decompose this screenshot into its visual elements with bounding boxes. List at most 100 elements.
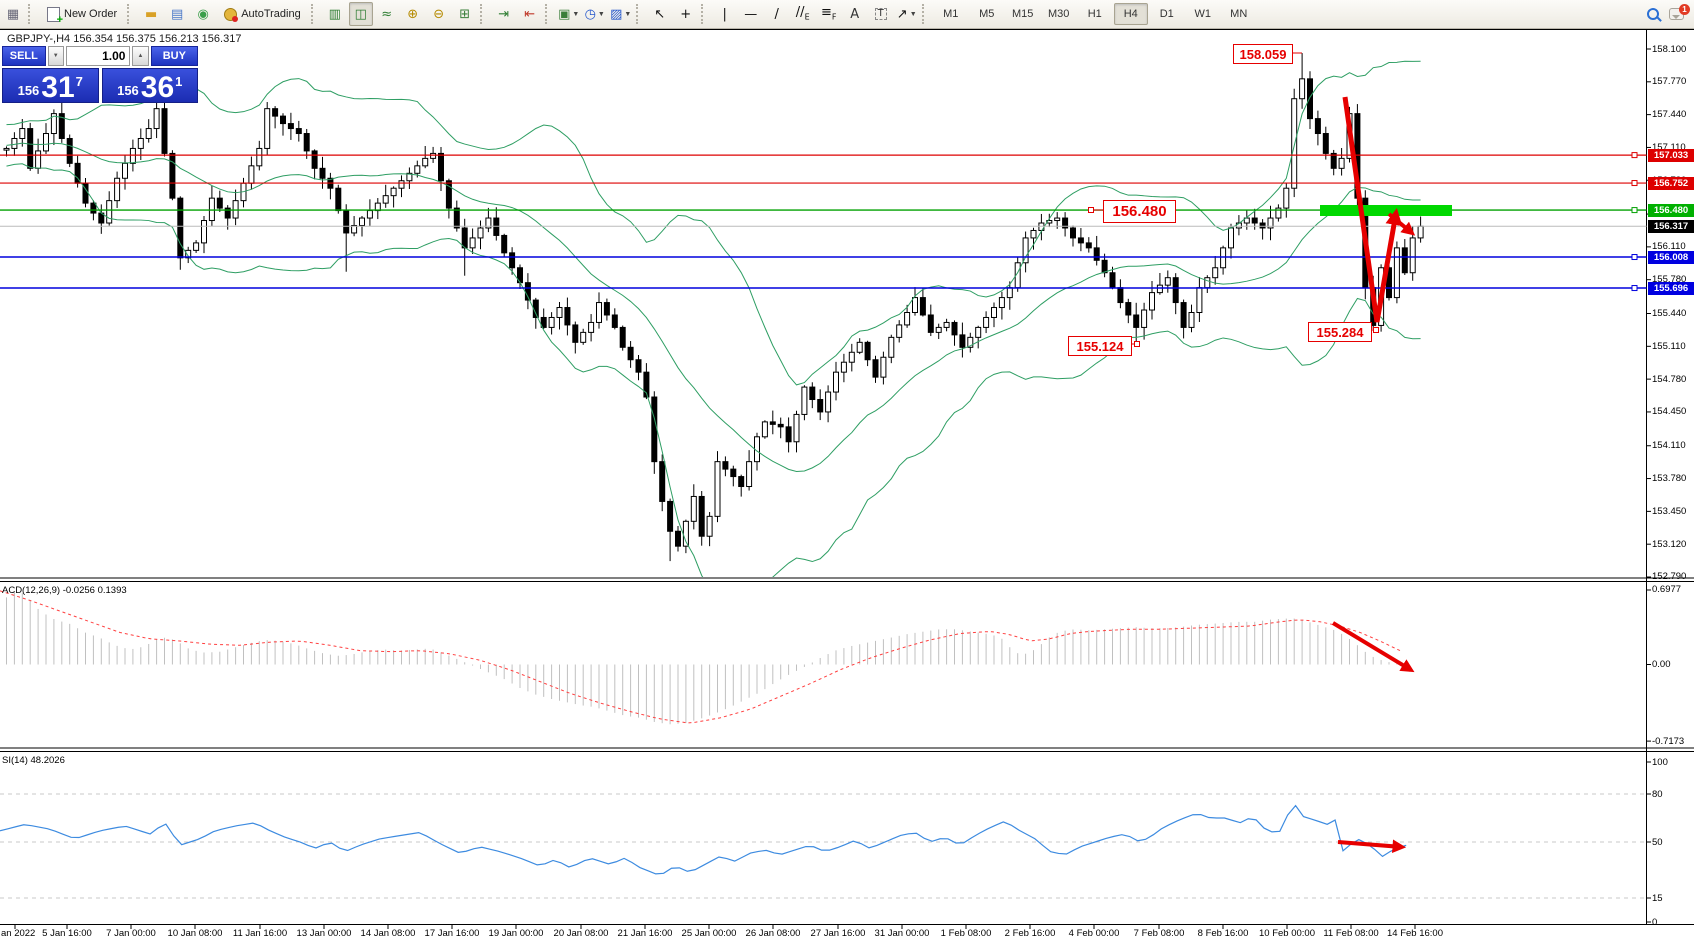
price-level-badge: 156.317 <box>1648 220 1694 233</box>
candle-body <box>194 243 199 250</box>
candle-body <box>802 387 807 414</box>
candle-body <box>1023 238 1028 263</box>
candle-body <box>304 134 309 151</box>
candle-body <box>170 153 175 198</box>
line-handle[interactable] <box>1632 181 1637 186</box>
price-axis-tick: 154.780 <box>1652 374 1686 385</box>
line-handle[interactable] <box>1632 208 1637 213</box>
candle-body <box>1229 228 1234 248</box>
candle-body <box>130 148 135 163</box>
candle-body <box>841 362 846 372</box>
candle-body <box>920 298 925 315</box>
candle-body <box>12 138 17 148</box>
chart-canvas[interactable] <box>0 0 1694 941</box>
candle-body <box>265 109 270 149</box>
candle-body <box>881 357 886 377</box>
annotation-anchor <box>1374 328 1379 333</box>
bollinger-band-line <box>7 164 1421 602</box>
price-axis-tick: 153.120 <box>1652 539 1686 550</box>
candle-body <box>391 188 396 195</box>
line-handle[interactable] <box>1632 286 1637 291</box>
candle-body <box>91 203 96 213</box>
support-zone-highlight[interactable] <box>1320 205 1452 216</box>
candle-body <box>992 308 997 318</box>
candle-body <box>857 342 862 352</box>
candle-body <box>20 129 25 139</box>
candle-body <box>1189 313 1194 328</box>
macd-scale-tick: -0.7173 <box>1652 736 1684 747</box>
price-level-badge: 155.696 <box>1648 282 1694 295</box>
candle-body <box>620 327 625 347</box>
date-axis-label: 26 Jan 08:00 <box>746 928 801 939</box>
bollinger-middle-line <box>7 143 1421 471</box>
candle-body <box>336 188 341 210</box>
macd-scale-tick: 0.6977 <box>1652 584 1681 595</box>
candle-body <box>897 325 902 337</box>
sell-button[interactable]: SELL <box>2 46 46 66</box>
candle-body <box>1118 288 1123 303</box>
candle-body <box>107 201 112 223</box>
date-axis-label: 31 Jan 00:00 <box>875 928 930 939</box>
rsi-label: SI(14) 48.2026 <box>2 755 65 766</box>
candle-body <box>1055 218 1060 220</box>
candle-body <box>1071 228 1076 238</box>
volume-increase-button[interactable]: ▲ <box>132 46 148 66</box>
candle-body <box>249 166 254 183</box>
sell-price-display[interactable]: 156 31 7 <box>2 68 99 103</box>
macd-pane[interactable] <box>0 591 1400 724</box>
candle-body <box>162 109 167 154</box>
candle-body <box>1315 119 1320 134</box>
line-handle[interactable] <box>1632 255 1637 260</box>
candle-body <box>1410 238 1415 273</box>
candle-body <box>233 201 238 218</box>
candle-body <box>557 308 562 318</box>
line-handle[interactable] <box>1632 153 1637 158</box>
candle-body <box>731 469 736 476</box>
date-axis-label: 10 Jan 08:00 <box>168 928 223 939</box>
candle-body <box>217 198 222 208</box>
candle-body <box>470 238 475 248</box>
rsi-scale-tick: 50 <box>1652 837 1663 848</box>
candle-body <box>1323 134 1328 154</box>
date-axis-label: 20 Jan 08:00 <box>554 928 609 939</box>
price-axis-tick: 154.450 <box>1652 406 1686 417</box>
volume-decrease-button[interactable]: ▼ <box>48 46 64 66</box>
candle-body <box>1221 248 1226 268</box>
price-level-badge: 156.480 <box>1648 204 1694 217</box>
candle-body <box>1134 315 1139 327</box>
price-annotation-label[interactable]: 156.480 <box>1103 200 1176 223</box>
date-axis-label: 4 Feb 00:00 <box>1069 928 1120 939</box>
sell-price-big: 31 <box>41 75 74 101</box>
candle-body <box>1094 248 1099 260</box>
date-axis-label: 7 Jan 00:00 <box>106 928 156 939</box>
candle-body <box>36 151 41 168</box>
candle-body <box>739 477 744 487</box>
one-click-trading-panel: SELL ▼ 1.00 ▲ BUY 156 31 7 156 36 1 <box>2 46 198 103</box>
candle-body <box>462 228 467 248</box>
buy-button[interactable]: BUY <box>151 46 198 66</box>
candle-body <box>1284 188 1289 208</box>
candle-body <box>905 313 910 325</box>
price-annotation-label[interactable]: 155.284 <box>1308 322 1372 342</box>
price-annotation-label[interactable]: 155.124 <box>1068 336 1132 356</box>
buy-price-sup: 1 <box>175 74 182 89</box>
price-annotation-label[interactable]: 158.059 <box>1233 44 1293 64</box>
candle-body <box>604 303 609 315</box>
candle-body <box>28 129 33 169</box>
candle-body <box>597 303 602 323</box>
rsi-scale-tick: 100 <box>1652 757 1668 768</box>
date-axis-label: 14 Feb 16:00 <box>1387 928 1443 939</box>
sell-price-small: 156 <box>18 83 40 98</box>
candle-body <box>423 158 428 165</box>
candle-body <box>123 163 128 178</box>
candle-body <box>1126 303 1131 315</box>
date-axis-label: 27 Jan 16:00 <box>811 928 866 939</box>
buy-price-display[interactable]: 156 36 1 <box>102 68 199 103</box>
candle-body <box>849 352 854 362</box>
chart-title: GBPJPY-,H4 156.354 156.375 156.213 156.3… <box>7 33 241 45</box>
price-pane[interactable] <box>4 53 1423 602</box>
macd-down-arrow[interactable] <box>1333 623 1411 670</box>
candle-body <box>873 360 878 377</box>
volume-input[interactable]: 1.00 <box>66 46 131 66</box>
candle-body <box>565 308 570 325</box>
